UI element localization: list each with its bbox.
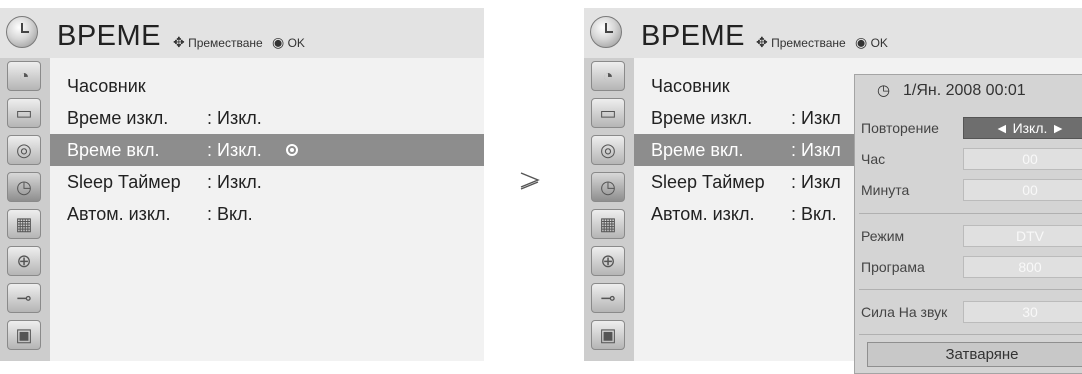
field-label: Сила На звук	[861, 304, 948, 320]
row-value: : Изкл	[791, 108, 841, 128]
navigation-hint: ✥ Преместване ◉ OK	[756, 34, 888, 51]
row-label: Часовник	[67, 76, 146, 96]
menu-header: ВРЕМЕ ✥ Преместване ◉ OK	[0, 8, 484, 56]
field-label: Минута	[861, 182, 910, 198]
speaker-icon[interactable]: ◎	[591, 135, 625, 165]
field-label: Час	[861, 151, 886, 167]
row-label: Време вкл.	[651, 140, 744, 160]
row-value: : Вкл.	[791, 204, 837, 224]
navigation-hint: ✥ Преместване ◉ OK	[173, 34, 305, 51]
transition-arrow-icon	[520, 172, 540, 190]
clock-icon[interactable]: ◷	[7, 172, 41, 202]
select-indicator-icon	[286, 144, 298, 156]
popup-row-volume[interactable]: Сила На звук 30	[855, 299, 1082, 325]
category-sidebar: ◔ ▭ ◎ ◷ ▦ ⊕ ⊸ ▣	[0, 58, 50, 361]
program-field[interactable]: 800	[963, 256, 1082, 278]
menu-title: ВРЕМЕ	[641, 20, 746, 52]
popup-row-hour[interactable]: Час 00	[855, 146, 1082, 172]
hint-ok-label: OK	[287, 36, 305, 50]
calendar-icon[interactable]: ▦	[591, 209, 625, 239]
category-sidebar: ◔ ▭ ◎ ◷ ▦ ⊕ ⊸ ▣	[584, 58, 634, 361]
close-button[interactable]: Затваряне	[867, 342, 1082, 367]
row-label: Автом. изкл.	[651, 204, 755, 224]
row-label: Часовник	[651, 76, 730, 96]
divider	[859, 334, 1082, 335]
popup-row-repeat[interactable]: Повторение ◄ Изкл. ►	[855, 115, 1082, 141]
plug-icon[interactable]: ⊸	[7, 283, 41, 313]
hour-field[interactable]: 00	[963, 148, 1082, 170]
row-value: : Вкл.	[207, 204, 253, 224]
monitor-icon[interactable]: ▭	[591, 98, 625, 128]
repeat-selector[interactable]: ◄ Изкл. ►	[963, 117, 1082, 139]
clock-icon	[590, 16, 622, 48]
popup-row-mode[interactable]: Режим DTV	[855, 223, 1082, 249]
row-label: Време изкл.	[67, 108, 169, 128]
row-value: : Изкл.	[207, 172, 262, 192]
divider	[859, 213, 1082, 214]
lock-icon[interactable]: ⊕	[591, 246, 625, 276]
clock-icon	[6, 16, 38, 48]
row-value: : Изкл	[791, 172, 841, 192]
mode-field[interactable]: DTV	[963, 225, 1082, 247]
photo-icon[interactable]: ▣	[7, 320, 41, 350]
popup-row-minute[interactable]: Минута 00	[855, 177, 1082, 203]
move-arrows-icon: ✥	[756, 34, 768, 50]
minute-field[interactable]: 00	[963, 179, 1082, 201]
row-value: : Изкл.	[207, 140, 262, 160]
hint-move-label: Преместване	[771, 36, 846, 50]
divider	[859, 289, 1082, 290]
row-value: : Изкл	[791, 140, 841, 160]
menu-row-auto-off[interactable]: Автом. изкл. : Вкл.	[50, 198, 484, 230]
ok-button-icon: ◉	[272, 34, 285, 50]
menu-row-on-time[interactable]: Време вкл. : Изкл.	[50, 134, 484, 166]
lock-icon[interactable]: ⊕	[7, 246, 41, 276]
ok-button-icon: ◉	[855, 34, 868, 50]
time-menu-left: ВРЕМЕ ✥ Преместване ◉ OK ◔ ▭ ◎ ◷ ▦ ⊕ ⊸ ▣…	[0, 8, 484, 361]
volume-field[interactable]: 30	[963, 301, 1082, 323]
menu-row-clock[interactable]: Часовник	[50, 70, 484, 102]
field-label: Програма	[861, 259, 925, 275]
photo-icon[interactable]: ▣	[591, 320, 625, 350]
plug-icon[interactable]: ⊸	[591, 283, 625, 313]
satellite-dish-icon[interactable]: ◔	[591, 61, 625, 91]
field-label: Режим	[861, 228, 905, 244]
menu-row-sleep-timer[interactable]: Sleep Таймер : Изкл.	[50, 166, 484, 198]
row-label: Sleep Таймер	[67, 172, 181, 192]
popup-row-program[interactable]: Програма 800	[855, 254, 1082, 280]
move-arrows-icon: ✥	[173, 34, 185, 50]
clock-icon[interactable]: ◷	[591, 172, 625, 202]
popup-datetime: ◷ 1/Ян. 2008 00:01	[855, 75, 1082, 105]
datetime-text: 1/Ян. 2008 00:01	[903, 82, 1026, 99]
clock-icon: ◷	[877, 82, 891, 99]
menu-row-off-time[interactable]: Време изкл. : Изкл.	[50, 102, 484, 134]
row-label: Sleep Таймер	[651, 172, 765, 192]
hint-move-label: Преместване	[188, 36, 263, 50]
row-label: Автом. изкл.	[67, 204, 171, 224]
monitor-icon[interactable]: ▭	[7, 98, 41, 128]
menu-header: ВРЕМЕ ✥ Преместване ◉ OK	[584, 8, 1082, 56]
on-time-popup: ◷ 1/Ян. 2008 00:01 Повторение ◄ Изкл. ► …	[854, 74, 1082, 374]
row-value: : Изкл.	[207, 108, 262, 128]
row-label: Време вкл.	[67, 140, 160, 160]
speaker-icon[interactable]: ◎	[7, 135, 41, 165]
field-label: Повторение	[861, 120, 939, 136]
row-label: Време изкл.	[651, 108, 753, 128]
satellite-dish-icon[interactable]: ◔	[7, 61, 41, 91]
menu-content: Часовник Време изкл. : Изкл. Време вкл. …	[50, 58, 484, 361]
calendar-icon[interactable]: ▦	[7, 209, 41, 239]
hint-ok-label: OK	[870, 36, 888, 50]
menu-title: ВРЕМЕ	[57, 20, 162, 52]
